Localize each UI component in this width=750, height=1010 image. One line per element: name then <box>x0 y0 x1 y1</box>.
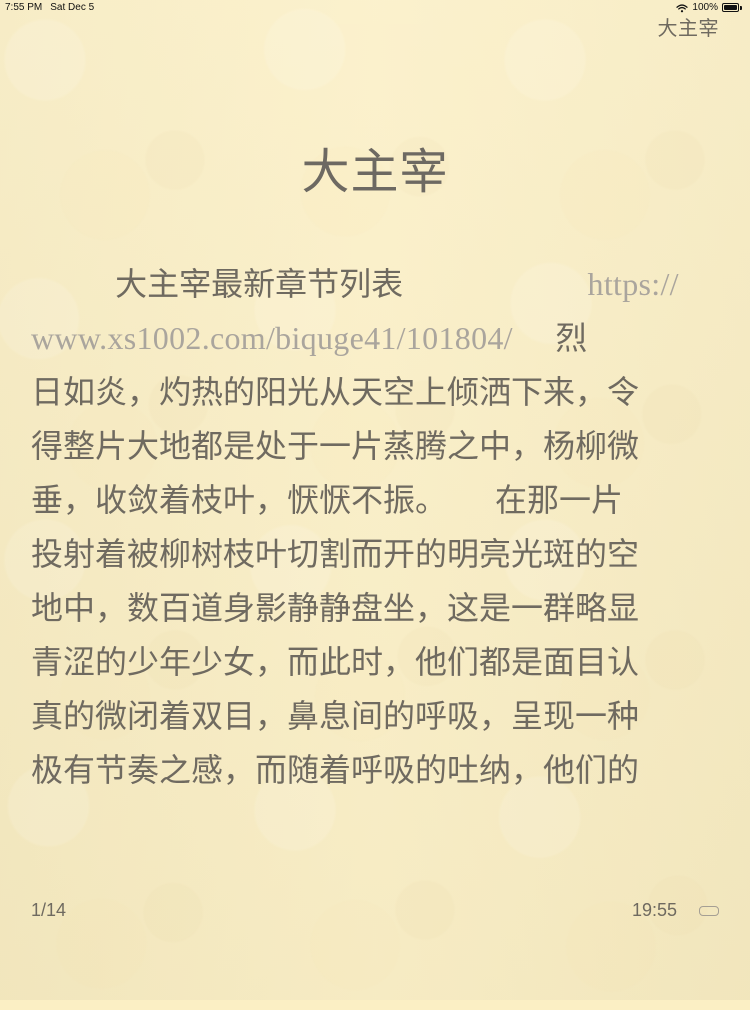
line-1-url: https:// <box>587 266 679 302</box>
line-1-text: 大主宰最新章节列表 <box>115 265 404 303</box>
content-line: 投射着被柳树枝叶切割而开的明亮光斑的空 <box>31 535 640 573</box>
footer-time: 19:55 <box>631 900 677 920</box>
content-line: 大主宰最新章节列表 https:// <box>31 257 721 311</box>
page-indicator: 1/14 <box>31 900 67 920</box>
footer-battery-icon <box>699 906 719 916</box>
content-line: 地中，数百道身影静静盘坐，这是一群略显 <box>31 589 640 627</box>
line-2-text: 烈 <box>555 319 588 357</box>
chapter-title: 大主宰 <box>301 144 449 200</box>
battery-icon <box>722 3 742 12</box>
content-line: 真的微闭着双目，鼻息间的呼吸，呈现一种 <box>31 697 640 735</box>
content-line: 得整片大地都是处于一片蒸腾之中，杨柳微 <box>31 427 640 465</box>
reading-content: 大主宰最新章节列表 https:// www.xs1002.com/biquge… <box>31 257 721 797</box>
book-title-header: 大主宰 <box>657 16 719 40</box>
status-time: 7:55 PM <box>5 2 43 13</box>
content-line: 极有节奏之感，而随着呼吸的吐纳，他们的 <box>31 751 640 789</box>
line-2-url: www.xs1002.com/biquge41/101804/ <box>31 320 513 356</box>
wifi-icon <box>676 3 689 13</box>
paper-texture <box>0 0 250 250</box>
content-line: 日如炎，灼热的阳光从天空上倾洒下来，令 <box>31 373 640 411</box>
status-left: 7:55 PM Sat Dec 5 <box>5 2 94 13</box>
content-line: 垂，收敛着枝叶，恹恹不振。 在那一片 <box>31 481 624 519</box>
content-line: 青涩的少年少女，而此时，他们都是面目认 <box>31 643 640 681</box>
content-line: www.xs1002.com/biquge41/101804/ 烈 <box>31 311 721 365</box>
status-date: Sat Dec 5 <box>50 2 95 13</box>
status-bar: 7:55 PM Sat Dec 5 100% <box>0 0 750 14</box>
